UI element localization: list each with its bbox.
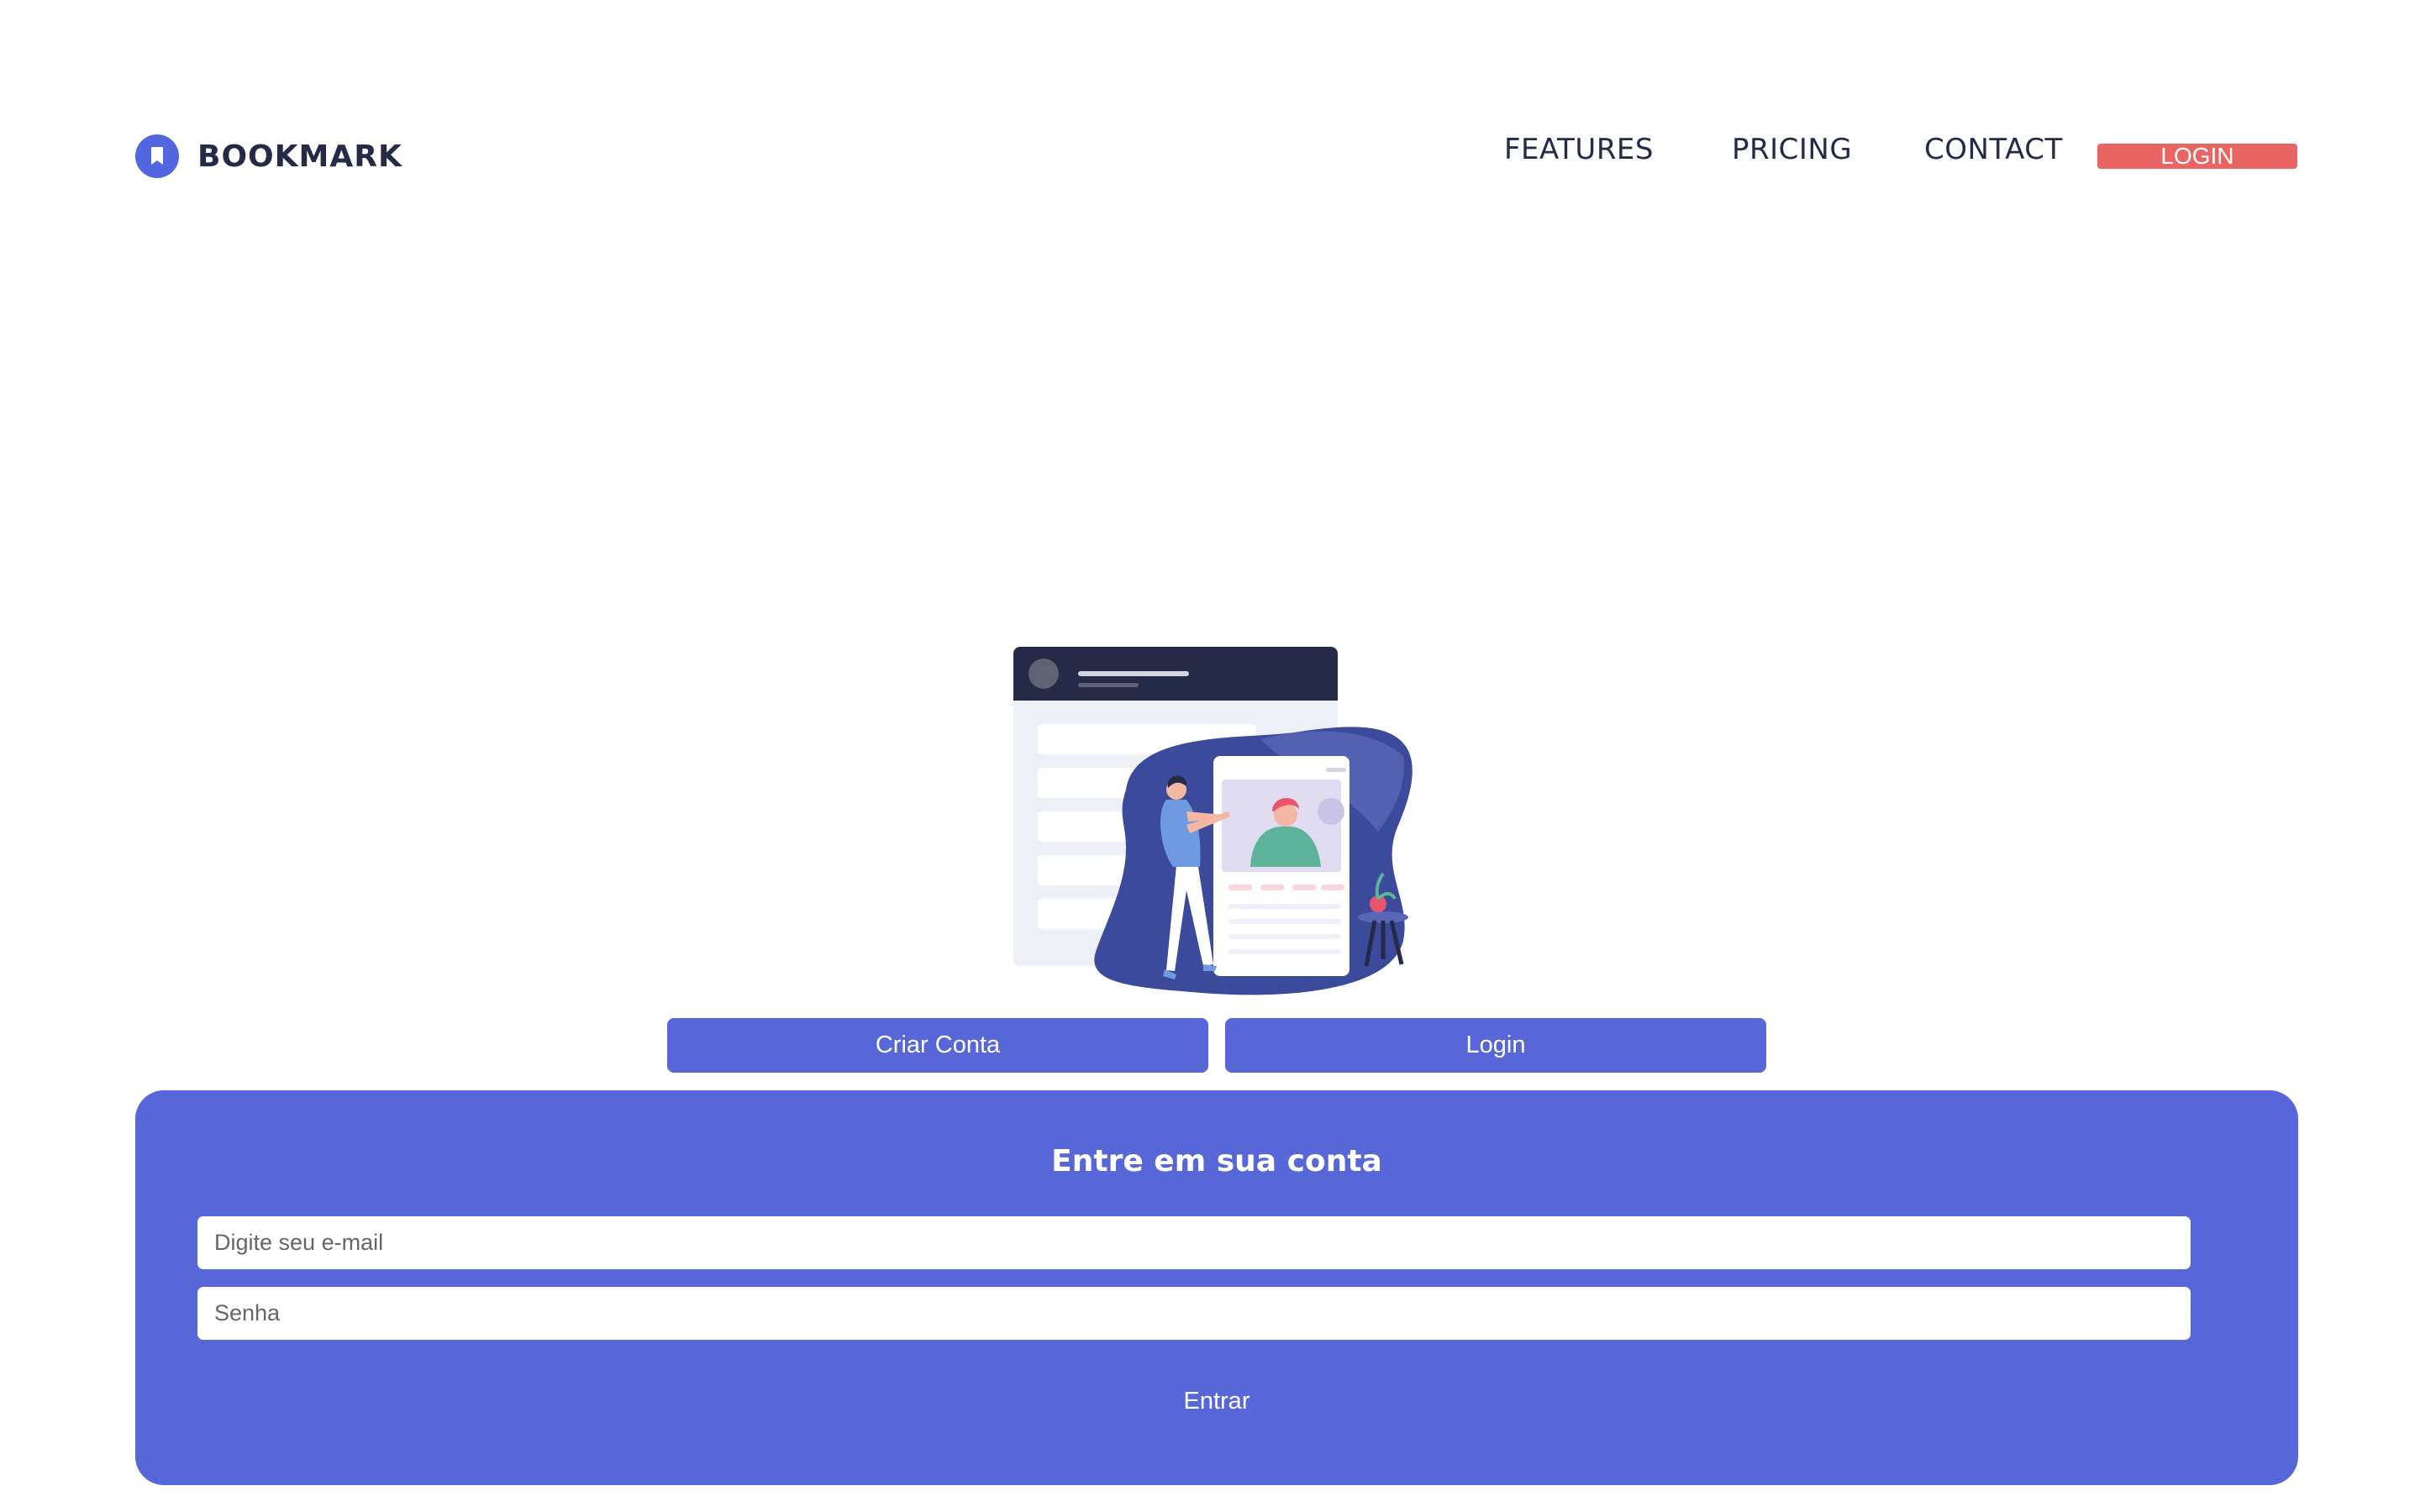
brand-name: BOOKMARK	[197, 139, 402, 174]
brand-logo[interactable]: BOOKMARK	[135, 134, 402, 178]
login-tab-button[interactable]: Login	[1225, 1018, 1766, 1073]
submit-button[interactable]: Entrar	[1133, 1372, 1301, 1431]
create-account-tab-button[interactable]: Criar Conta	[667, 1018, 1208, 1073]
nav-login-button[interactable]: LOGIN	[2097, 144, 2297, 169]
nav-contact-link[interactable]: CONTACT	[1924, 133, 2063, 166]
password-field[interactable]	[197, 1287, 2191, 1340]
login-panel-title: Entre em sua conta	[1051, 1144, 1382, 1179]
bookmark-icon	[135, 134, 179, 178]
email-field[interactable]	[197, 1216, 2191, 1269]
hero-illustration	[1013, 647, 1413, 995]
nav-pricing-link[interactable]: PRICING	[1732, 133, 1852, 166]
nav-features-link[interactable]: FEATURES	[1504, 133, 1654, 166]
profile-card-illustration	[1213, 756, 1349, 976]
page: BOOKMARK FEATURES PRICING CONTACT LOGIN	[0, 0, 2420, 1512]
login-panel: Entre em sua conta Entrar	[135, 1090, 2298, 1485]
